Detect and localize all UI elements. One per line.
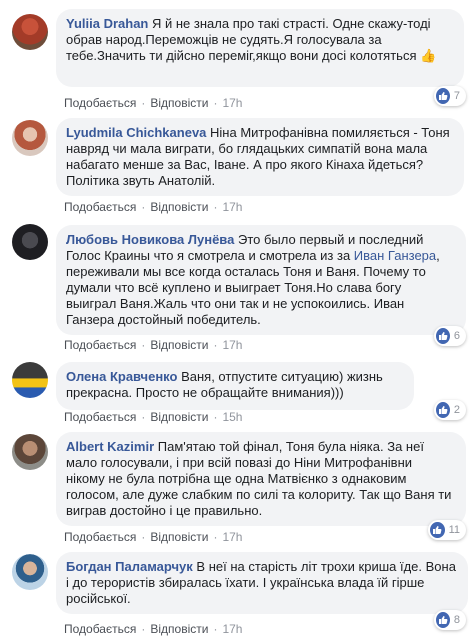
reply-link[interactable]: Відповісти xyxy=(150,410,208,424)
like-link[interactable]: Подобається xyxy=(64,200,136,214)
reaction-number: 7 xyxy=(453,90,460,102)
avatar[interactable] xyxy=(12,14,48,50)
like-link[interactable]: Подобається xyxy=(64,338,136,352)
reply-link[interactable]: Відповісти xyxy=(150,200,208,214)
like-link[interactable]: Подобається xyxy=(64,530,136,544)
like-link[interactable]: Подобається xyxy=(64,410,136,424)
separator: · xyxy=(141,530,146,544)
comment-actions: Подобається · Відповісти · 17h xyxy=(64,200,242,214)
separator: · xyxy=(213,530,218,544)
comment-author[interactable]: Любовь Новикова Лунёва xyxy=(66,232,234,247)
separator: · xyxy=(141,410,146,424)
comment-timestamp[interactable]: 15h xyxy=(222,410,242,424)
comment-actions: Подобається · Відповісти · 17h xyxy=(64,338,242,352)
comment-timestamp[interactable]: 17h xyxy=(222,200,242,214)
like-icon xyxy=(436,612,450,628)
separator: · xyxy=(141,622,146,636)
comment-timestamp[interactable]: 17h xyxy=(222,530,242,544)
comment-timestamp[interactable]: 17h xyxy=(222,622,242,636)
separator: · xyxy=(213,410,218,424)
reaction-number: 2 xyxy=(453,404,460,416)
comment-bubble: Albert Kazimir Пам'ятаю той фінал, Тоня … xyxy=(56,432,466,526)
like-icon xyxy=(430,522,445,538)
reply-link[interactable]: Відповісти xyxy=(150,338,208,352)
comment-author[interactable]: Yuliia Drahan xyxy=(66,16,148,31)
avatar[interactable] xyxy=(12,224,48,260)
separator: · xyxy=(213,200,218,214)
reaction-count[interactable]: 8 xyxy=(434,610,466,630)
like-icon xyxy=(436,88,450,104)
comment-bubble: Олена Кравченко Ваня, отпустите ситуацию… xyxy=(56,362,414,410)
avatar[interactable] xyxy=(12,554,48,590)
avatar[interactable] xyxy=(12,362,48,398)
mention-link[interactable]: Иван Ганзера xyxy=(354,248,436,263)
comment-author[interactable]: Богдан Паламарчук xyxy=(66,559,193,574)
reaction-number: 11 xyxy=(448,524,460,536)
reaction-count[interactable]: 7 xyxy=(434,86,466,106)
comment-timestamp[interactable]: 17h xyxy=(222,338,242,352)
separator: · xyxy=(213,96,218,110)
like-link[interactable]: Подобається xyxy=(64,96,136,110)
reply-link[interactable]: Відповісти xyxy=(150,622,208,636)
avatar[interactable] xyxy=(12,120,48,156)
reply-link[interactable]: Відповісти xyxy=(150,96,208,110)
comment-author[interactable]: Lyudmila Chichkaneva xyxy=(66,125,206,140)
comment-actions: Подобається · Відповісти · 17h xyxy=(64,96,242,110)
like-icon xyxy=(436,328,450,344)
reaction-number: 6 xyxy=(453,330,460,342)
avatar[interactable] xyxy=(12,434,48,470)
comment-bubble: Yuliia Drahan Я й не знала про такі стра… xyxy=(56,9,464,87)
comment-author[interactable]: Albert Kazimir xyxy=(66,439,154,454)
separator: · xyxy=(213,338,218,352)
separator: · xyxy=(213,622,218,636)
comment-actions: Подобається · Відповісти · 15h xyxy=(64,410,242,424)
reaction-number: 8 xyxy=(453,614,460,626)
comment-actions: Подобається · Відповісти · 17h xyxy=(64,622,242,636)
comment-actions: Подобається · Відповісти · 17h xyxy=(64,530,242,544)
separator: · xyxy=(141,96,146,110)
like-icon xyxy=(436,402,450,418)
thumbs-up-emoji: 👍 xyxy=(420,48,437,63)
comment-bubble: Богдан Паламарчук В неї на старість літ … xyxy=(56,552,468,614)
reply-link[interactable]: Відповісти xyxy=(150,530,208,544)
like-link[interactable]: Подобається xyxy=(64,622,136,636)
reaction-count[interactable]: 6 xyxy=(434,326,466,346)
separator: · xyxy=(141,200,146,214)
reaction-count[interactable]: 2 xyxy=(434,400,466,420)
reaction-count[interactable]: 11 xyxy=(428,520,466,540)
comment-author[interactable]: Олена Кравченко xyxy=(66,369,177,384)
comment-bubble: Любовь Новикова Лунёва Это было первый и… xyxy=(56,225,466,335)
separator: · xyxy=(141,338,146,352)
comment-bubble: Lyudmila Chichkaneva Ніна Митрофанівна п… xyxy=(56,118,464,196)
comment-timestamp[interactable]: 17h xyxy=(222,96,242,110)
